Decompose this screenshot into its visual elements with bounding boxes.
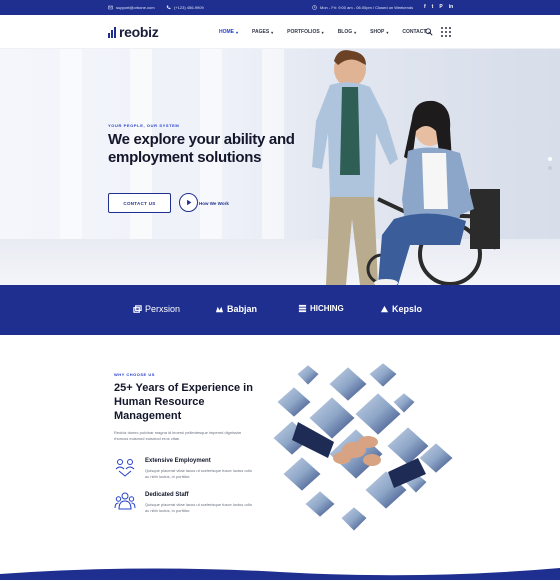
feature-description: Quisque placerat vitae lacus ut sceleris… (145, 468, 252, 479)
hero-title: We explore your ability and employment s… (108, 131, 295, 166)
brand-name: Kepslo (392, 304, 423, 314)
chevron-down-icon: ▾ (386, 29, 389, 35)
clock-icon (312, 5, 317, 10)
nav-home[interactable]: HOME ▾ (219, 29, 238, 35)
chevron-down-icon: ▾ (236, 29, 239, 35)
brand-name: HICHING (310, 304, 344, 313)
site-logo[interactable]: reobiz (108, 24, 159, 40)
nav-label: SHOP (370, 29, 385, 35)
play-icon (187, 199, 192, 206)
linkedin-icon[interactable]: in (449, 4, 453, 10)
perxsion-logo-icon (133, 304, 142, 313)
slider-dot[interactable] (548, 166, 552, 170)
facebook-icon[interactable]: f (424, 4, 426, 10)
topbar-phone-text: (+123) 456-9909 (174, 5, 204, 10)
site-header: reobiz HOME ▾ PAGES ▾ PORTFOLIOS ▾ BLOG ▾ SH… (0, 15, 560, 49)
brand-kepslo[interactable]: Kepslo (380, 304, 422, 314)
main-nav: HOME ▾ PAGES ▾ PORTFOLIOS ▾ BLOG ▾ SHOP ▾ CON… (219, 29, 430, 35)
chevron-down-icon: ▾ (271, 29, 274, 35)
slider-dot[interactable] (548, 157, 552, 161)
nav-label: PORTFOLIOS (287, 29, 320, 35)
team-hands-mosaic-image (270, 362, 454, 534)
contact-us-button[interactable]: CONTACT US (108, 193, 171, 213)
chevron-down-icon: ▾ (354, 29, 357, 35)
social-links: f t P in (424, 4, 453, 10)
twitter-icon[interactable]: t (432, 4, 434, 10)
topbar-hours: Mon - Fri: 9:00 am - 06.00pm / Closed on… (312, 5, 413, 10)
brand-perxsion[interactable]: Perxsion (133, 304, 180, 314)
babjan-logo-icon (215, 306, 224, 312)
nav-label: CONTACT (402, 29, 427, 35)
slider-dots (548, 157, 552, 170)
brand-logos-band: Perxsion Babjan HICHING Kepslo (0, 285, 560, 335)
logo-text: reobiz (119, 24, 159, 40)
hero-kicker: YOUR PEOPLE, OUR SYSTEM (108, 123, 180, 128)
brand-hiching[interactable]: HICHING (298, 304, 344, 313)
why-description: Reobiz donec pulvinar magna id leoersi p… (114, 430, 242, 441)
chevron-down-icon: ▾ (321, 29, 324, 35)
offcanvas-menu-icon[interactable] (441, 27, 452, 38)
nav-label: PAGES (252, 29, 270, 35)
staff-icon (114, 492, 136, 510)
brand-babjan[interactable]: Babjan (215, 304, 257, 314)
topbar-email-text: support@orbone.com (116, 5, 155, 10)
topbar-hours-text: Mon - Fri: 9:00 am - 06.00pm / Closed on… (320, 5, 414, 10)
nav-pages[interactable]: PAGES ▾ (252, 29, 273, 35)
topbar-phone[interactable]: (+123) 456-9909 (166, 5, 204, 10)
nav-label: HOME (219, 29, 234, 35)
nav-label: BLOG (337, 29, 353, 35)
brand-name: Perxsion (145, 304, 181, 314)
nav-blog[interactable]: BLOG ▾ (338, 29, 356, 35)
why-kicker: WHY CHOOSE US (114, 372, 155, 377)
hero-people-illustration (312, 50, 500, 285)
hiching-logo-icon (298, 304, 307, 313)
feature-description: Quisque placerat vitae lacus ut sceleris… (145, 502, 252, 513)
nav-portfolios[interactable]: PORTFOLIOS ▾ (287, 29, 324, 35)
search-icon[interactable] (425, 28, 433, 36)
play-video-button[interactable] (179, 193, 198, 212)
how-we-work-link[interactable]: How We Work (199, 201, 229, 206)
logo-bars-icon (108, 26, 117, 38)
topbar-email[interactable]: support@orbone.com (108, 5, 155, 10)
top-bar: support@orbone.com (+123) 456-9909 Mon -… (0, 0, 560, 15)
pinterest-icon[interactable]: P (439, 4, 442, 10)
why-title: 25+ Years of Experience in Human Resourc… (114, 382, 253, 422)
section-divider-wave (0, 568, 560, 580)
feature-title: Dedicated Staff (145, 492, 189, 498)
feature-title: Extensive Employment (145, 458, 211, 464)
brand-name: Babjan (227, 304, 258, 314)
mail-icon (108, 5, 113, 10)
hero-section: YOUR PEOPLE, OUR SYSTEM We explore your … (0, 49, 560, 285)
employment-icon (115, 459, 135, 477)
nav-shop[interactable]: SHOP ▾ (370, 29, 388, 35)
kepslo-logo-icon (380, 305, 389, 312)
phone-icon (166, 5, 171, 10)
